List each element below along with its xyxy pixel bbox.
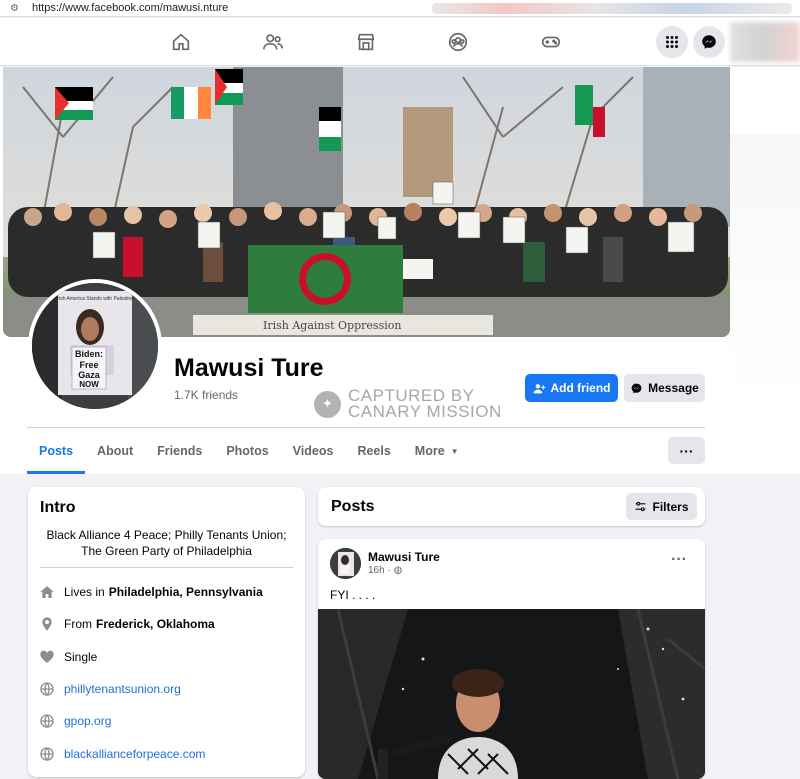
top-navigation xyxy=(0,18,800,66)
messenger-icon xyxy=(631,383,642,393)
tab-about[interactable]: About xyxy=(85,428,145,474)
globe-icon xyxy=(38,712,55,729)
blurred-browser-toolbar xyxy=(432,3,792,14)
browser-address-bar[interactable]: ⚙ https://www.facebook.com/mawusi.nture xyxy=(0,0,800,17)
message-button[interactable]: Message xyxy=(624,374,705,402)
profile-tabs: Posts About Friends Photos Videos Reels … xyxy=(27,428,471,474)
globe-icon xyxy=(38,745,55,762)
post-time-text: 16h xyxy=(368,565,385,576)
tab-reels-label: Reels xyxy=(357,444,391,458)
svg-text:Irish Against Oppression: Irish Against Oppression xyxy=(263,319,401,332)
tab-about-label: About xyxy=(97,444,134,458)
grid-menu-icon[interactable] xyxy=(656,26,688,58)
tab-friends[interactable]: Friends xyxy=(145,428,214,474)
marketplace-icon[interactable] xyxy=(352,28,380,56)
home-icon[interactable] xyxy=(167,28,195,56)
gaming-icon[interactable] xyxy=(537,28,565,56)
intro-link-2: gpop.org xyxy=(38,712,111,729)
from-city[interactable]: Frederick, Oklahoma xyxy=(96,617,215,631)
avatar-sign-line-4: NOW xyxy=(79,380,99,389)
post-text: FYI . . . . xyxy=(330,588,376,602)
watermark-seal-icon: ✦ xyxy=(314,390,341,418)
posts-title: Posts xyxy=(331,498,375,515)
globe-icon xyxy=(38,680,55,697)
avatar-sign-header: Irish America Stands with Palestine xyxy=(56,296,134,302)
website-link-phillytenantsunion[interactable]: phillytenantsunion.org xyxy=(64,682,181,696)
intro-from: From Frederick, Oklahoma xyxy=(38,615,215,632)
post-author-name[interactable]: Mawusi Ture xyxy=(368,550,440,564)
post-more-button[interactable]: ··· xyxy=(671,551,687,569)
site-info-icon[interactable]: ⚙ xyxy=(10,3,24,14)
groups-icon[interactable] xyxy=(444,28,472,56)
intro-title: Intro xyxy=(40,499,76,516)
page-right-gutter xyxy=(730,134,800,404)
watermark-line-2: CANARY MISSION xyxy=(348,402,502,421)
website-link-gpop[interactable]: gpop.org xyxy=(64,714,111,728)
intro-lives-in: Lives in Philadelphia, Pennsylvania xyxy=(38,583,263,600)
filters-button[interactable]: Filters xyxy=(626,493,697,520)
canary-mission-watermark: ✦ CAPTURED BY CANARY MISSION xyxy=(314,387,502,421)
profile-name: Mawusi Ture xyxy=(174,354,324,382)
tab-photos[interactable]: Photos xyxy=(214,428,280,474)
profile-header: Irish Against Oppression Irish America S… xyxy=(0,67,800,474)
tab-more[interactable]: More ▼ xyxy=(403,428,471,474)
tab-videos-label: Videos xyxy=(292,444,334,458)
tab-reels[interactable]: Reels xyxy=(345,428,402,474)
blurred-account-area xyxy=(730,22,800,62)
location-pin-icon xyxy=(38,615,55,632)
post-card: Mawusi Ture 16h · ◍ ··· FYI . . . . xyxy=(318,539,705,779)
tab-posts[interactable]: Posts xyxy=(27,428,86,474)
avatar-sign-line-1: Biden: xyxy=(75,349,103,359)
home-icon xyxy=(38,583,55,600)
lives-prefix: Lives in xyxy=(64,584,105,599)
tab-more-label: More xyxy=(414,444,445,458)
public-globe-icon: ◍ xyxy=(393,565,403,576)
add-friend-label: Add friend xyxy=(550,381,611,395)
add-friend-button[interactable]: Add friend xyxy=(525,374,618,402)
profile-avatar[interactable]: Irish America Stands with Palestine Bide… xyxy=(28,279,162,413)
tab-posts-label: Posts xyxy=(39,444,74,458)
filter-sliders-icon xyxy=(636,501,646,512)
heart-icon xyxy=(38,648,55,665)
intro-bio: Black Alliance 4 Peace; Philly Tenants U… xyxy=(46,528,287,558)
relationship-status: Single xyxy=(64,649,98,664)
url-text[interactable]: https://www.facebook.com/mawusi.nture xyxy=(32,2,228,14)
post-video[interactable] xyxy=(318,609,705,779)
tab-friends-label: Friends xyxy=(157,444,203,458)
avatar-sign-line-3: Gaza xyxy=(78,370,101,380)
intro-relationship: Single xyxy=(38,648,97,665)
intro-divider xyxy=(40,567,293,568)
more-options-button[interactable]: ··· xyxy=(668,437,705,464)
tab-photos-label: Photos xyxy=(226,444,269,458)
message-label: Message xyxy=(648,381,699,395)
tab-videos[interactable]: Videos xyxy=(281,428,346,474)
post-timestamp[interactable]: 16h · ◍ xyxy=(368,565,402,576)
avatar-sign-line-2: Free xyxy=(79,360,98,370)
caret-down-icon: ▼ xyxy=(450,446,459,456)
intro-link-1: phillytenantsunion.org xyxy=(38,680,181,697)
website-link-blackalliance[interactable]: blackallianceforpeace.com xyxy=(64,747,205,761)
friend-count[interactable]: 1.7K friends xyxy=(174,388,238,402)
add-person-icon xyxy=(533,383,545,393)
filters-label: Filters xyxy=(652,499,689,514)
posts-header-card: Posts Filters xyxy=(318,487,705,526)
from-prefix: From xyxy=(64,616,92,631)
intro-card: Intro Black Alliance 4 Peace; Philly Ten… xyxy=(28,487,305,777)
friends-icon[interactable] xyxy=(259,28,287,56)
lives-city[interactable]: Philadelphia, Pennsylvania xyxy=(109,585,263,599)
intro-link-3: blackallianceforpeace.com xyxy=(38,745,205,762)
post-author-avatar[interactable] xyxy=(330,548,361,579)
messenger-icon[interactable] xyxy=(693,26,725,58)
